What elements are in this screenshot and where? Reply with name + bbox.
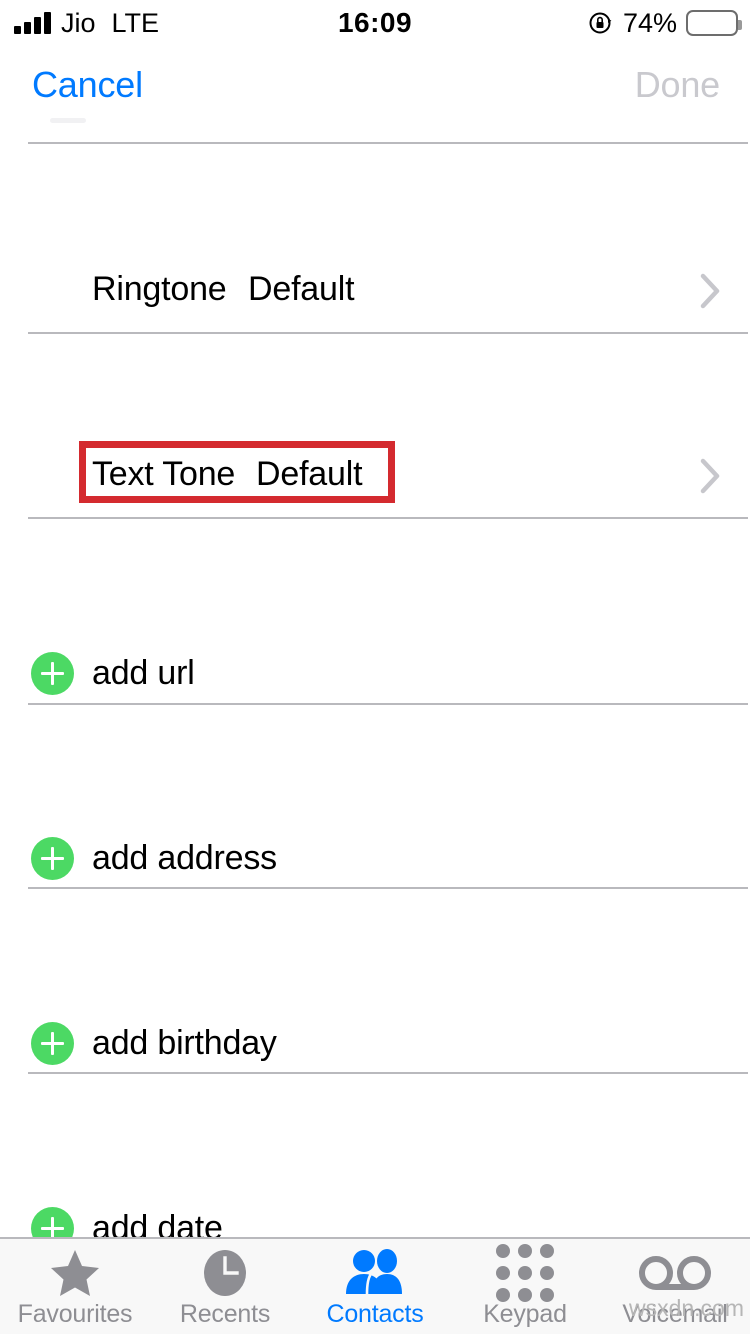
tab-label-contacts: Contacts xyxy=(326,1300,424,1328)
row-add-birthday[interactable]: add birthday xyxy=(0,1006,750,1086)
separator xyxy=(28,887,748,889)
tab-label-recents: Recents xyxy=(179,1300,271,1328)
tab-keypad[interactable]: Keypad xyxy=(450,1239,600,1334)
add-plus-icon[interactable] xyxy=(31,837,74,880)
row-ringtone[interactable]: Ringtone Default xyxy=(0,260,750,340)
separator xyxy=(28,703,748,705)
annotation-highlight-box xyxy=(79,441,395,503)
keypad-icon xyxy=(496,1244,554,1302)
clock-icon xyxy=(202,1250,248,1296)
add-plus-icon[interactable] xyxy=(31,1022,74,1065)
navigation-bar: Cancel Done xyxy=(0,46,750,142)
voicemail-icon xyxy=(639,1250,711,1296)
separator xyxy=(28,332,748,334)
ringtone-value: Default xyxy=(248,270,355,308)
row-add-address[interactable]: add address xyxy=(0,821,750,901)
done-button[interactable]: Done xyxy=(635,64,720,106)
tab-favourites[interactable]: Favourites xyxy=(0,1239,150,1334)
rotation-lock-icon xyxy=(588,10,614,36)
add-address-label: add address xyxy=(92,839,277,877)
add-date-label: add date xyxy=(92,1209,223,1237)
ringtone-label: Ringtone xyxy=(92,270,227,308)
star-icon xyxy=(49,1250,101,1296)
chevron-right-icon xyxy=(700,273,722,309)
add-plus-icon[interactable] xyxy=(31,652,74,695)
status-bar-right: 74% xyxy=(588,0,742,46)
separator xyxy=(28,517,748,519)
cancel-button[interactable]: Cancel xyxy=(32,64,143,106)
battery-percentage: 74% xyxy=(622,7,677,38)
tab-label-favourites: Favourites xyxy=(17,1300,133,1328)
separator xyxy=(28,1072,748,1074)
contact-edit-list[interactable]: Ringtone Default Text Tone Default add u… xyxy=(0,142,750,1237)
add-birthday-label: add birthday xyxy=(92,1024,277,1062)
row-add-date[interactable]: add date xyxy=(0,1191,750,1237)
tab-contacts[interactable]: Contacts xyxy=(300,1239,450,1334)
phone-screen: Jio LTE 16:09 74% Cancel Done Ringtone D… xyxy=(0,0,750,1334)
watermark: wsxdn.com xyxy=(628,1295,744,1321)
scroll-artifact xyxy=(50,118,86,123)
tab-label-keypad: Keypad xyxy=(483,1300,567,1328)
contacts-icon xyxy=(344,1249,406,1296)
add-url-label: add url xyxy=(92,654,195,692)
status-bar: Jio LTE 16:09 74% xyxy=(0,0,750,46)
battery-icon xyxy=(686,10,742,36)
add-plus-icon[interactable] xyxy=(31,1207,74,1237)
separator xyxy=(28,142,748,144)
chevron-right-icon xyxy=(700,458,722,494)
tab-recents[interactable]: Recents xyxy=(150,1239,300,1334)
